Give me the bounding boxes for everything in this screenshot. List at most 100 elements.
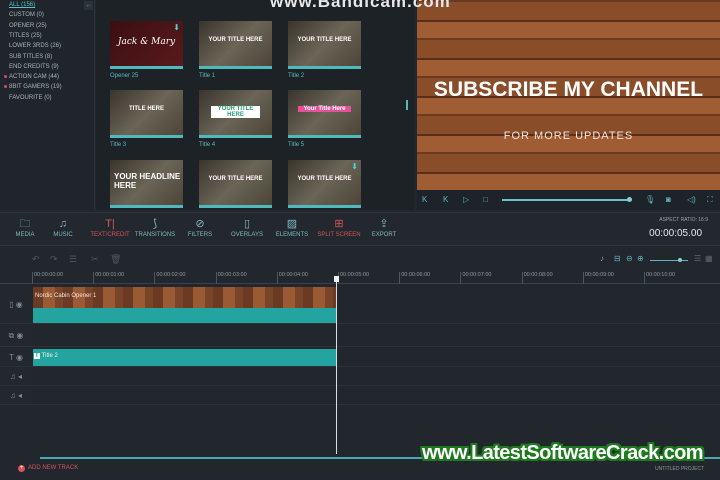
- overlay-track-icon: ⧉: [8, 330, 15, 340]
- progress-handle[interactable]: [627, 197, 632, 202]
- video-clip-label: Nordic Cabin Opener 1: [35, 293, 97, 299]
- zoom-in-icon[interactable]: ⊕: [637, 254, 644, 263]
- zoom-slider[interactable]: [650, 258, 688, 262]
- ruler-tick-label: 00:00:08:00: [521, 272, 553, 284]
- library-scrollbar[interactable]: [406, 100, 408, 110]
- timeline-ruler[interactable]: 00:00:00:00 00:00:01:00 00:00:02:00 00:00:0…: [0, 270, 720, 284]
- main-toolbar: 🗀 MEDIA ♫ MUSIC T| TEXT/CREDIT ⟆ TRANSITIONS ⊘ FI…: [0, 212, 720, 246]
- undo-icon[interactable]: ↶: [32, 254, 40, 265]
- title-template-thumbnail[interactable]: Jack & Mary ⬇: [110, 21, 183, 69]
- title-template-thumbnail[interactable]: YOUR HEADLINE HERE: [110, 160, 183, 208]
- text-icon: T: [34, 353, 40, 359]
- category-item[interactable]: FAVOURITE (0): [9, 95, 52, 101]
- title-clip[interactable]: T Title 2: [33, 349, 336, 366]
- overlays-icon: ▯: [243, 218, 251, 230]
- toolbar-split-screen[interactable]: ⊞ SPLIT SCREEN: [314, 217, 364, 238]
- category-item[interactable]: ALL (156): [9, 2, 35, 8]
- thumbnail-label: Title 5: [288, 142, 305, 148]
- title-template-thumbnail[interactable]: TITLE HERE: [110, 90, 183, 138]
- playhead[interactable]: [334, 276, 339, 454]
- thumbnail-label: Title 2: [288, 73, 305, 79]
- toolbar-export[interactable]: ⇪ EXPORT: [359, 217, 409, 238]
- music-track-icon: ♫: [9, 391, 16, 400]
- preview-headline: SUBSCRIBE MY CHANNEL: [433, 78, 704, 101]
- category-item[interactable]: SUB TITLES (8): [9, 54, 52, 60]
- list-view-icon[interactable]: ☰: [694, 254, 701, 263]
- audio-track: ♫ ◂: [0, 368, 720, 386]
- ruler-tick-label: 00:00:09:00: [582, 272, 614, 284]
- category-item[interactable]: CUSTOM (0): [9, 12, 44, 18]
- player-controls: K K ▷ □ 🎙 ◙ ◁) ⛶: [417, 190, 720, 210]
- music-icon: ♫: [58, 218, 68, 230]
- title-template-thumbnail[interactable]: YOUR TITLE HERE ⬇: [288, 160, 361, 208]
- toolbar-filters[interactable]: ⊘ FILTERS: [175, 217, 225, 238]
- visibility-icon[interactable]: ◉: [16, 300, 23, 309]
- video-track-icon: ▯: [9, 299, 14, 309]
- title-template-thumbnail[interactable]: YOUR TITLE HERE: [199, 160, 272, 208]
- timecode: 00:00:05.00: [649, 228, 702, 239]
- thumbnail-label: Title 4: [199, 142, 216, 148]
- audio-mix-icon[interactable]: ♪: [600, 254, 604, 263]
- ruler-tick-label: 00:00:04:00: [276, 272, 308, 284]
- toolbar-elements[interactable]: ▨ ELEMENTS: [267, 217, 317, 238]
- category-sidebar: ALL (156) CUSTOM (0) OPENER (25) TITLES (25…: [0, 0, 95, 210]
- title-template-thumbnail[interactable]: YOUR TITLE HERE: [199, 21, 272, 69]
- playback-progress[interactable]: [502, 197, 632, 202]
- toolbar-music[interactable]: ♫ MUSIC: [38, 217, 88, 238]
- preview-subline: FOR MORE UPDATES: [503, 130, 634, 142]
- download-icon[interactable]: ⬇: [351, 162, 358, 171]
- thumbnail-text: YOUR TITLE HERE: [208, 37, 263, 43]
- thumbnail-text: Your Title Here: [298, 106, 351, 112]
- title-template-thumbnail[interactable]: Your Title Here: [288, 90, 361, 138]
- category-item[interactable]: OPENER (25): [9, 23, 47, 29]
- mute-icon[interactable]: ◂: [18, 372, 22, 381]
- category-item[interactable]: ACTION CAM (44): [4, 74, 59, 80]
- ruler-tick-label: 00:00:10:00: [644, 272, 675, 284]
- thumbnail-text: YOUR TITLE HERE: [211, 106, 260, 118]
- ruler-tick-label: 00:00:03:00: [215, 272, 247, 284]
- toolbar-transitions[interactable]: ⟆ TRANSITIONS: [130, 217, 180, 238]
- video-clip-audio[interactable]: [33, 308, 336, 323]
- zoom-out-icon[interactable]: ⊖: [626, 254, 633, 263]
- text-credit-icon: T|: [105, 218, 115, 230]
- skip-back-icon[interactable]: K: [422, 195, 427, 204]
- split-screen-icon: ⊞: [334, 218, 344, 230]
- overlay-track: ⧉ ◉: [0, 325, 720, 347]
- category-item[interactable]: 8BIT GAMERS (19): [4, 84, 62, 90]
- ruler-tick-label: 00:00:05:00: [338, 272, 369, 284]
- microphone-icon[interactable]: 🎙: [645, 195, 655, 204]
- visibility-icon[interactable]: ◉: [16, 331, 23, 340]
- thumbnail-text: YOUR TITLE HERE: [297, 37, 352, 43]
- download-icon[interactable]: ⬇: [173, 23, 180, 32]
- fit-icon[interactable]: ⊟: [614, 254, 621, 263]
- thumbnail-text: TITLE HERE: [128, 106, 164, 112]
- volume-icon[interactable]: ◁): [687, 195, 696, 204]
- grid-view-icon[interactable]: ▦: [705, 254, 713, 263]
- cut-icon[interactable]: ✂: [91, 254, 99, 265]
- thumbnail-text: Jack & Mary: [117, 37, 176, 47]
- filters-icon: ⊘: [195, 218, 205, 230]
- title-library-grid: Jack & Mary ⬇ Opener 25 YOUR TITLE HERE Titl…: [96, 0, 414, 210]
- play-icon[interactable]: ▷: [463, 195, 469, 204]
- step-back-icon[interactable]: K: [443, 195, 448, 204]
- toolbar-text-credit[interactable]: T| TEXT/CREDIT: [85, 217, 135, 238]
- add-new-track-button[interactable]: + ADD NEW TRACK: [18, 465, 78, 472]
- category-item[interactable]: END CREDITS (9): [9, 64, 59, 70]
- title-template-thumbnail[interactable]: YOUR TITLE HERE: [288, 21, 361, 69]
- adjust-icon[interactable]: ☰: [69, 254, 77, 265]
- mute-icon[interactable]: ◂: [18, 391, 22, 400]
- toolbar-overlays[interactable]: ▯ OVERLAYS: [222, 217, 272, 238]
- fullscreen-icon[interactable]: ⛶: [707, 195, 713, 205]
- redo-icon[interactable]: ↷: [50, 254, 58, 265]
- category-item[interactable]: LOWER 3RDS (26): [9, 43, 61, 49]
- thumbnail-text: YOUR TITLE HERE: [297, 176, 352, 182]
- title-template-thumbnail[interactable]: YOUR TITLE HERE: [199, 90, 272, 138]
- video-clip[interactable]: Nordic Cabin Opener 1: [33, 287, 336, 308]
- snapshot-icon[interactable]: ◙: [666, 195, 671, 204]
- collapse-sidebar-button[interactable]: ←: [84, 1, 93, 10]
- stop-icon[interactable]: □: [483, 195, 488, 204]
- visibility-icon[interactable]: ◉: [16, 353, 23, 362]
- category-item[interactable]: TITLES (25): [9, 33, 42, 39]
- delete-icon[interactable]: 🗑: [110, 254, 121, 265]
- ruler-tick-label: 00:00:06:00: [399, 272, 430, 284]
